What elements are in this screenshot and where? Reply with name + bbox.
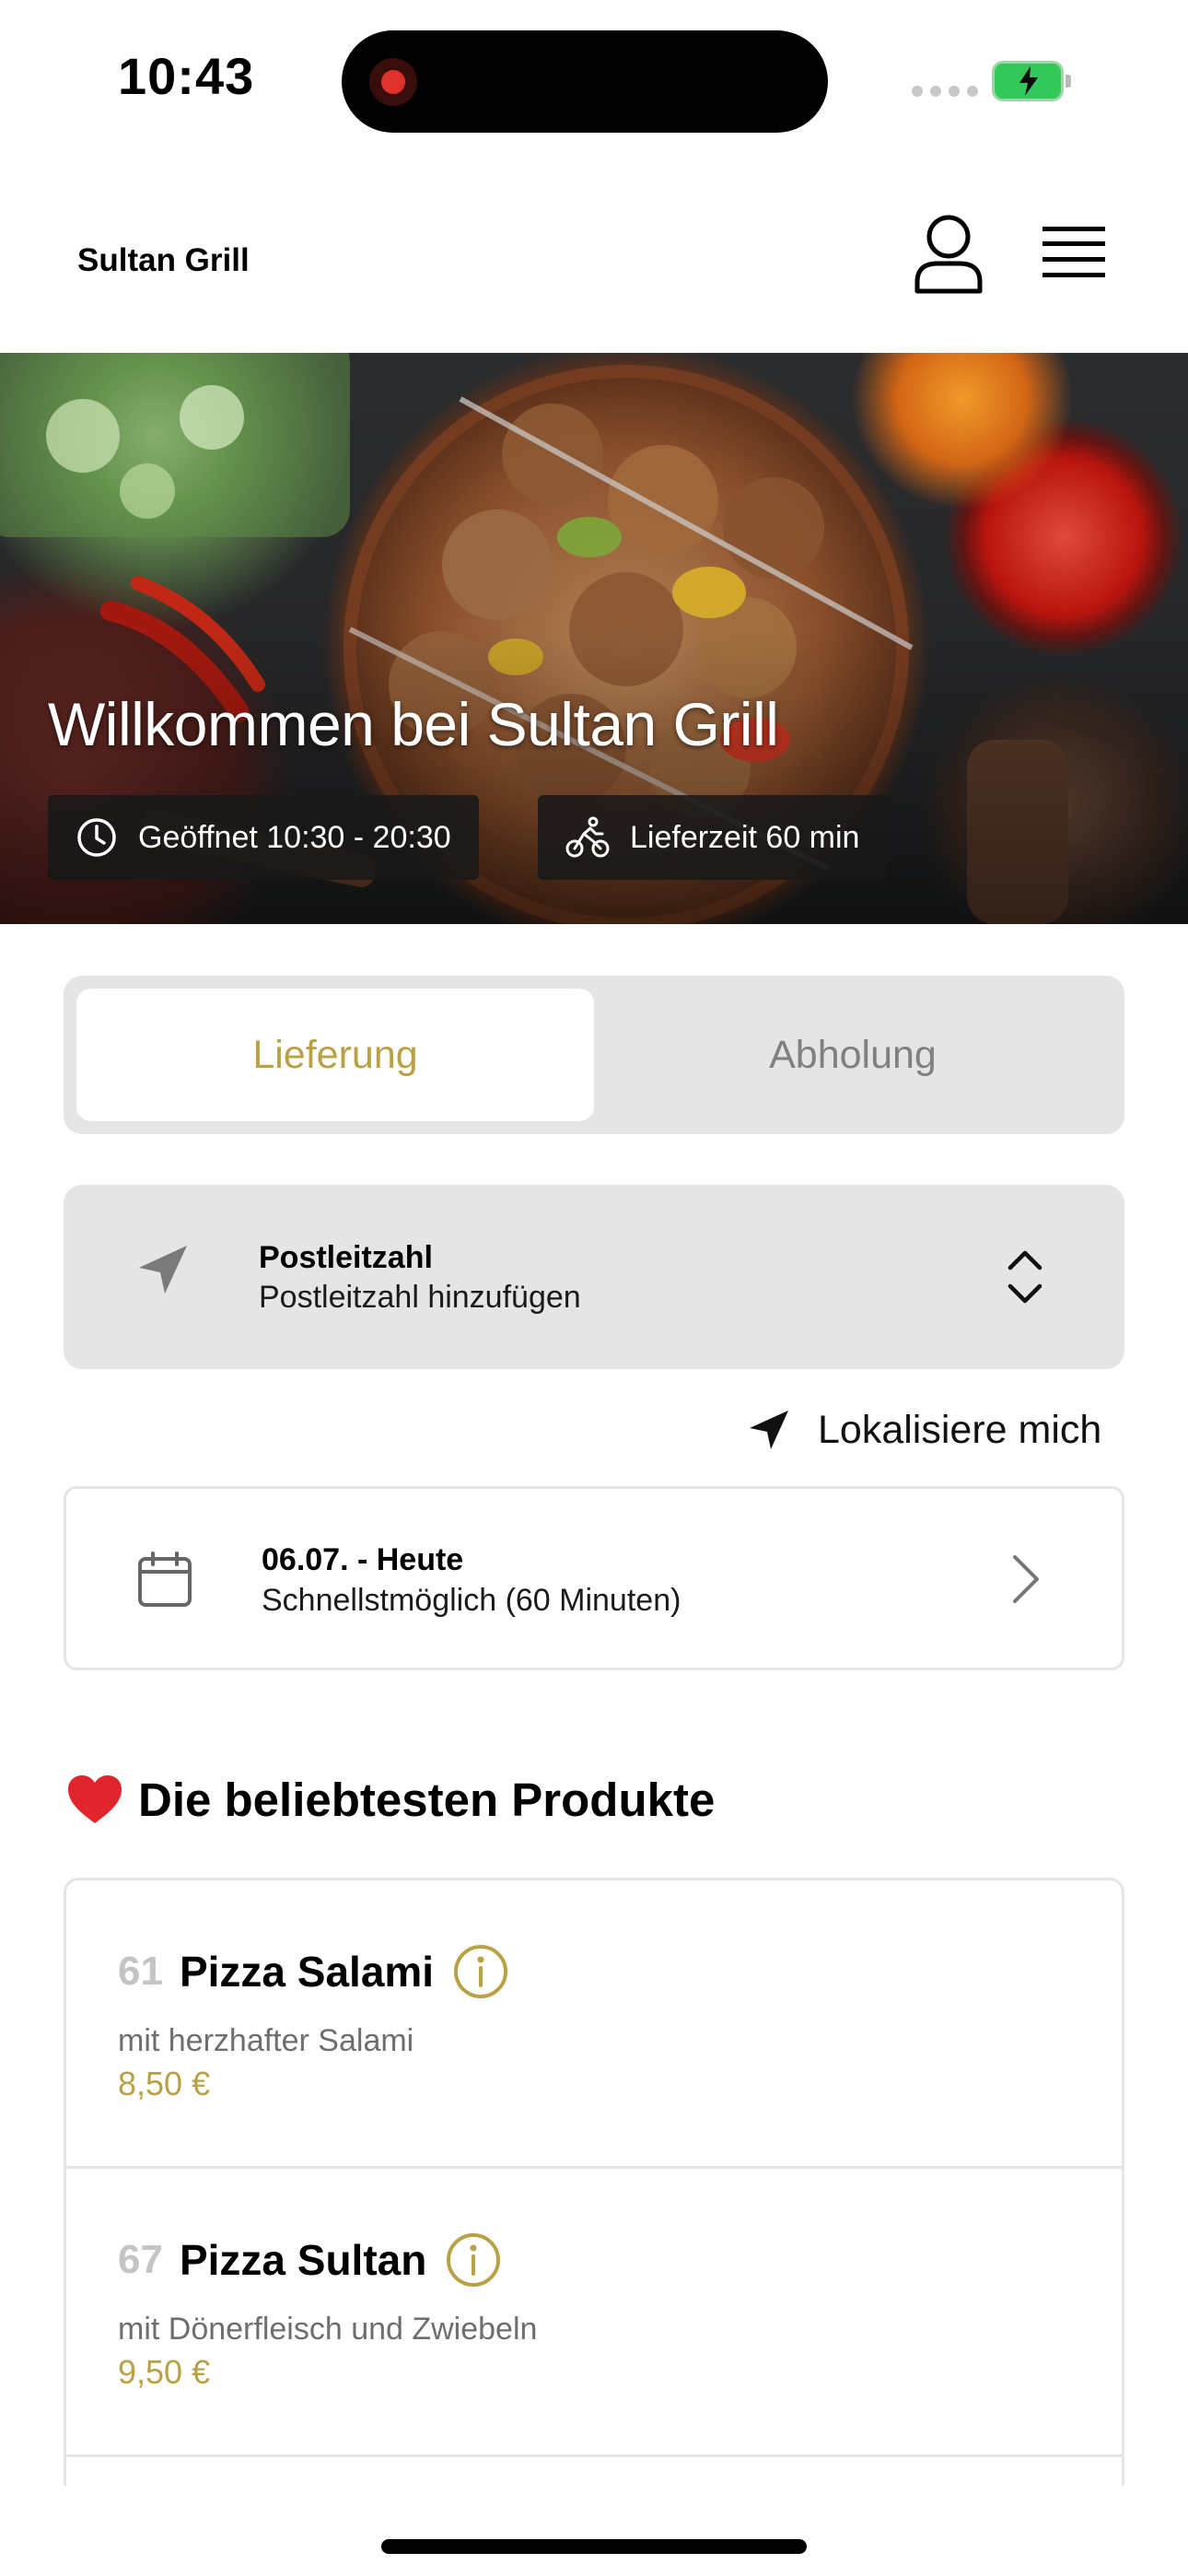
product-price: 8,50 € <box>118 2065 211 2102</box>
dynamic-island <box>342 30 828 133</box>
delivery-time-chip: Lieferzeit 60 min <box>538 795 888 880</box>
opening-hours-chip: Geöffnet 10:30 - 20:30 <box>48 795 479 880</box>
product-number: 61 <box>118 1949 163 1994</box>
product-number: 67 <box>118 2237 163 2282</box>
pickup-tab[interactable]: Abholung <box>594 989 1112 1121</box>
chevron-right-icon <box>1013 1555 1039 1603</box>
locate-me-label: Lokalisiere mich <box>818 1407 1102 1452</box>
product-item[interactable]: 67 Pizza Sultan mit Dönerfleisch und Zwi… <box>66 2169 1122 2457</box>
battery-charging-icon <box>992 61 1071 101</box>
hero-title: Willkommen bei Sultan Grill <box>48 690 779 758</box>
app-header: Sultan Grill <box>0 175 1188 350</box>
recording-indicator-icon <box>369 58 417 106</box>
hero-banner: Willkommen bei Sultan Grill Geöffnet 10:… <box>0 353 1188 924</box>
info-icon[interactable] <box>445 2231 502 2289</box>
profile-button[interactable] <box>912 212 985 295</box>
postcode-selector[interactable]: Postleitzahl Postleitzahl hinzufügen <box>64 1185 1124 1369</box>
delivery-tab[interactable]: Lieferung <box>76 989 594 1121</box>
popular-products-title: Die beliebtesten Produkte <box>138 1773 716 1826</box>
location-arrow-icon <box>139 1246 187 1294</box>
product-name: Pizza Sultan <box>179 2236 427 2284</box>
popular-products-heading: Die beliebtesten Produkte <box>66 1767 715 1832</box>
opening-hours-label: Geöffnet 10:30 - 20:30 <box>138 819 451 855</box>
order-mode-toggle: Lieferung Abholung <box>64 976 1124 1134</box>
product-name: Pizza Salami <box>179 1948 435 1996</box>
status-bar: 10:43 <box>0 0 1188 157</box>
product-description: mit Dönerfleisch und Zwiebeln <box>118 2312 538 2347</box>
location-arrow-icon <box>750 1411 788 1449</box>
info-icon[interactable] <box>452 1943 509 2000</box>
product-description: mit herzhafter Salami <box>118 2023 414 2058</box>
postcode-placeholder: Postleitzahl hinzufügen <box>259 1280 581 1315</box>
status-time: 10:43 <box>118 47 255 105</box>
delivery-date-selector[interactable]: 06.07. - Heute Schnellstmöglich (60 Minu… <box>64 1486 1124 1670</box>
product-item[interactable]: 61 Pizza Salami mit herzhafter Salami 8,… <box>66 1880 1122 2169</box>
up-down-chevron-icon <box>1007 1250 1042 1304</box>
cellular-signal-icon <box>912 86 978 97</box>
product-header: 67 Pizza Sultan <box>118 2231 502 2289</box>
delivery-date-subtitle: Schnellstmöglich (60 Minuten) <box>262 1583 681 1618</box>
hamburger-menu-icon <box>1042 227 1105 277</box>
delivery-date-title: 06.07. - Heute <box>262 1542 464 1577</box>
clock-icon <box>77 818 116 857</box>
heart-icon <box>68 1775 122 1823</box>
restaurant-name: Sultan Grill <box>77 242 250 278</box>
product-list: 61 Pizza Salami mit herzhafter Salami 8,… <box>64 1878 1124 2486</box>
bicycle-rider-icon <box>565 816 610 858</box>
calendar-icon <box>138 1551 192 1607</box>
hero-shade <box>0 629 1188 924</box>
home-indicator[interactable] <box>381 2539 807 2554</box>
person-icon <box>914 215 983 294</box>
locate-me-button[interactable]: Lokalisiere mich <box>748 1402 1101 1458</box>
product-price: 9,50 € <box>118 2353 211 2391</box>
delivery-time-label: Lieferzeit 60 min <box>630 819 860 855</box>
postcode-label: Postleitzahl <box>259 1240 433 1275</box>
menu-button[interactable] <box>1039 223 1109 282</box>
product-header: 61 Pizza Salami <box>118 1943 509 2000</box>
